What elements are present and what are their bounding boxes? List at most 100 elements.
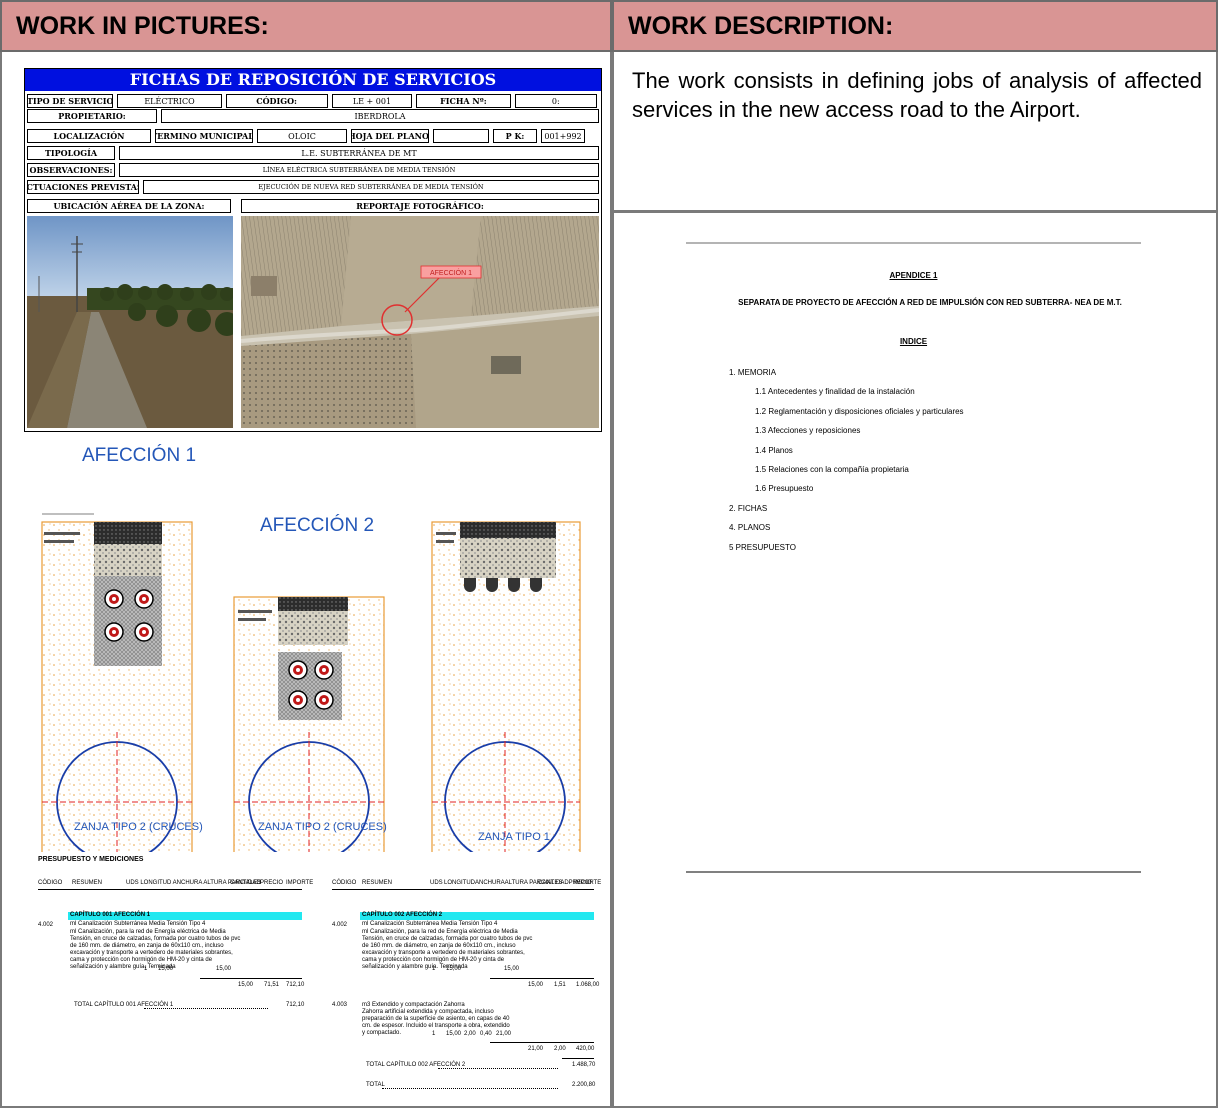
- grand-total-leader: [382, 1088, 558, 1089]
- appendix-top-rule: [686, 242, 1141, 244]
- toc-item: 1.5 Relaciones con la compañía propietar…: [755, 465, 909, 474]
- codigo-value: LE + 001: [331, 94, 413, 108]
- drawing-caption-1: ZANJA TIPO 2 (CRUCES): [74, 821, 203, 833]
- budget-col-resumen-r: RESUMEN: [362, 880, 393, 886]
- work-in-pictures-header: WORK IN PICTURES:: [0, 0, 612, 52]
- ficha-number-label: FICHA Nº:: [416, 94, 511, 108]
- pictures-panel: FICHAS DE REPOSICIÓN DE SERVICIOS TIPO D…: [0, 52, 612, 1108]
- hoja-label: HOJA DEL PLANO:: [351, 129, 429, 143]
- termino-label: TERMINO MUNICIPAL:: [155, 129, 253, 143]
- budget-heading: PRESUPUESTO Y MEDICIONES: [38, 856, 144, 863]
- item-3-width: 2,00: [464, 1031, 476, 1037]
- item-1-description: ml Canalización, para la red de Energía …: [70, 929, 241, 970]
- item-3-price: 2,00: [554, 1046, 566, 1052]
- toc-item: 5 PRESUPUESTO: [729, 543, 796, 552]
- appendix-bottom-rule: [686, 871, 1141, 873]
- work-description-text: The work consists in defining jobs of an…: [632, 68, 1202, 122]
- item-1-price: 71,51: [264, 982, 280, 988]
- trench-section-2: [233, 596, 385, 852]
- codigo-label: CÓDIGO:: [225, 94, 328, 108]
- item-2-rule: [490, 978, 594, 979]
- item-2-partial: 15,00: [504, 966, 520, 972]
- item-2-length: 15,00: [446, 966, 462, 972]
- budget-col-codigo-r: CÓDIGO: [332, 880, 357, 886]
- item-2-price: 1,51: [554, 982, 566, 988]
- reportaje-label: REPORTAJE FOTOGRÁFICO:: [241, 199, 599, 213]
- item-3-title: m3 Extendido y compactación Zahorra: [362, 1002, 465, 1008]
- road-photo: [27, 216, 233, 428]
- trench-section-3: [431, 521, 581, 852]
- chapter-2-total-leader: [438, 1068, 558, 1069]
- hoja-value: [433, 129, 489, 143]
- item-1-length: 15,00: [158, 966, 174, 972]
- budget-col-uds-r: UDS: [430, 880, 443, 886]
- item-1-amount: 712,10: [286, 982, 305, 988]
- budget-col-precio-l: PRECIO: [260, 880, 284, 886]
- actuaciones-value: EJECUCIÓN DE NUEVA RED SUBTERRÁNEA DE ME…: [143, 180, 599, 194]
- item-2-code: 4.002: [332, 922, 348, 928]
- ubicacion-label: UBICACIÓN AÉREA DE LA ZONA:: [27, 199, 231, 213]
- ficha-row-observaciones: OBSERVACIONES: LÍNEA ELÉCTRICA SUBTERRÁN…: [25, 163, 601, 177]
- item-1-uds: 1: [144, 966, 148, 972]
- chapter-2-title: CAPÍTULO 002 AFECCIÓN 2: [362, 912, 443, 918]
- drawing-caption-3: ZANJA TIPO 1: [478, 831, 550, 843]
- pk-value: 001+992: [541, 129, 585, 143]
- item-1-rule: [200, 978, 302, 979]
- item-2-amount: 1.068,00: [576, 982, 600, 988]
- item-1-partial: 15,00: [216, 966, 232, 972]
- grand-total-value: 2.200,80: [572, 1082, 596, 1088]
- description-panel: The work consists in defining jobs of an…: [612, 52, 1218, 212]
- toc-item: 4. PLANOS: [729, 523, 771, 532]
- item-1-title: ml Canalización Subterránea Media Tensió…: [70, 921, 206, 927]
- chapter-2-total-rule: [562, 1058, 594, 1059]
- chapter-1-total-leader: [144, 1008, 268, 1009]
- toc-item: 2. FICHAS: [729, 504, 768, 513]
- termino-value: OLOIC: [257, 129, 347, 143]
- item-3-quantity: 21,00: [528, 1046, 544, 1052]
- appendix-index-title: INDICE: [899, 337, 928, 346]
- item-2-quantity: 15,00: [528, 982, 544, 988]
- budget-col-codigo-l: CÓDIGO: [38, 880, 63, 886]
- ficha-row-propietario: PROPIETARIO: IBERDROLA: [25, 109, 601, 123]
- ficha-row-photos-labels: UBICACIÓN AÉREA DE LA ZONA: REPORTAJE FO…: [25, 199, 601, 213]
- ficha-row-tipologia: TIPOLOGÍA L.E. SUBTERRÁNEA DE MT: [25, 146, 601, 160]
- ficha-row-tipo: TIPO DE SERVICIO ELÉCTRICO CÓDIGO: LE + …: [25, 94, 601, 108]
- work-description-header: WORK DESCRIPTION:: [612, 0, 1218, 52]
- budget-header-rule-r: [332, 889, 594, 890]
- propietario-label: PROPIETARIO:: [27, 109, 157, 123]
- item-3-amount: 420,00: [576, 1046, 595, 1052]
- ficha-number-value: 0:: [514, 94, 598, 108]
- chapter-1-title: CAPÍTULO 001 AFECCIÓN 1: [70, 912, 151, 918]
- aerial-photo: AFECCIÓN 1: [241, 216, 599, 428]
- actuaciones-label: ACTUACIONES PREVISTAS:: [27, 180, 139, 194]
- trench-section-1: [41, 513, 193, 852]
- work-in-pictures-title: WORK IN PICTURES:: [16, 11, 269, 40]
- budget-col-cantidad-l: CANTIDAD: [230, 880, 261, 886]
- item-1-code: 4.002: [38, 922, 54, 928]
- appendix-title: APENDICE 1: [889, 271, 938, 280]
- ficha-sheet: FICHAS DE REPOSICIÓN DE SERVICIOS TIPO D…: [24, 68, 602, 432]
- budget-col-importe-l: IMPORTE: [286, 880, 314, 886]
- toc-item: 1.6 Presupuesto: [755, 484, 814, 493]
- propietario-value: IBERDROLA: [161, 109, 599, 123]
- chapter-1-total-value: 712,10: [286, 1002, 305, 1008]
- item-3-uds: 1: [432, 1031, 436, 1037]
- localizacion-label: LOCALIZACIÓN: [27, 129, 151, 143]
- observaciones-value: LÍNEA ELÉCTRICA SUBTERRÁNEA DE MEDIA TEN…: [119, 163, 599, 177]
- item-3-partial: 21,00: [496, 1031, 512, 1037]
- ficha-row-actuaciones: ACTUACIONES PREVISTAS: EJECUCIÓN DE NUEV…: [25, 180, 601, 194]
- toc-item: 1.2 Reglamentación y disposiciones ofici…: [755, 407, 964, 416]
- ficha-row-localizacion: LOCALIZACIÓN TERMINO MUNICIPAL: OLOIC HO…: [25, 129, 601, 143]
- budget-col-resumen-l: RESUMEN: [72, 880, 103, 886]
- tipo-label: TIPO DE SERVICIO: [27, 94, 114, 108]
- item-2-uds: 1: [432, 966, 436, 972]
- item-3-code: 4.003: [332, 1002, 348, 1008]
- item-2-title: ml Canalización Subterránea Media Tensió…: [362, 921, 498, 927]
- work-description-title: WORK DESCRIPTION:: [628, 11, 894, 40]
- budget-col-importe-r: IMPORTE: [574, 880, 602, 886]
- budget-header-rule-l: [38, 889, 302, 890]
- tipologia-value: L.E. SUBTERRÁNEA DE MT: [119, 146, 599, 160]
- trench-drawings: [41, 513, 581, 852]
- toc-item: 1.3 Afecciones y reposiciones: [755, 426, 861, 435]
- item-3-height: 0,40: [480, 1031, 492, 1037]
